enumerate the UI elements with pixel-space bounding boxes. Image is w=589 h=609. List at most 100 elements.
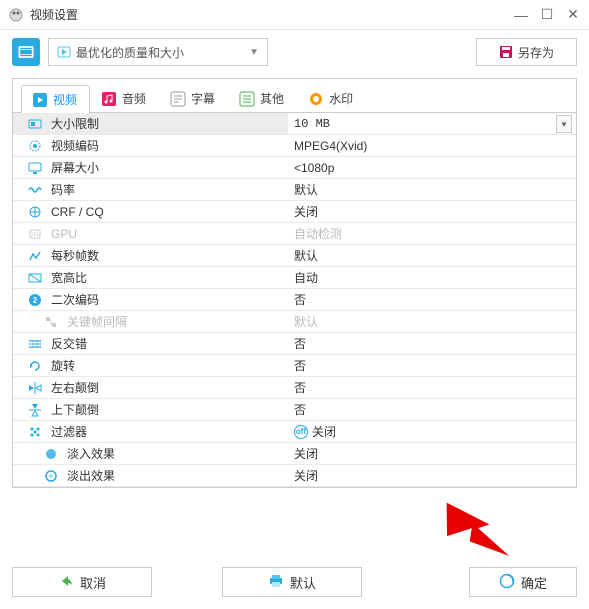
setting-label: 二次编码	[51, 291, 99, 308]
setting-value[interactable]: MPEG4(Xvid)	[288, 135, 576, 156]
setting-value[interactable]: 10 MB▼	[288, 113, 576, 134]
setting-row[interactable]: 视频编码 MPEG4(Xvid)	[13, 135, 576, 157]
setting-row[interactable]: 码率默认	[13, 179, 576, 201]
setting-value: 自动检测	[288, 223, 576, 244]
fadein-icon	[43, 446, 59, 462]
setting-row[interactable]: 旋转 否	[13, 355, 576, 377]
back-arrow-icon	[58, 573, 74, 592]
tab-icon	[239, 91, 255, 107]
chevron-down-icon[interactable]: ▼	[556, 115, 572, 133]
setting-value[interactable]: 否	[288, 289, 576, 310]
size-icon	[27, 116, 43, 132]
setting-value: 默认	[288, 311, 576, 332]
screen-icon	[27, 160, 43, 176]
tab-subtitle[interactable]: 字幕	[159, 84, 228, 112]
crf-icon	[27, 204, 43, 220]
app-icon	[8, 7, 24, 23]
maximize-button[interactable]: ☐	[539, 7, 555, 23]
tab-label: 视频	[53, 91, 77, 108]
setting-value[interactable]: 关闭	[288, 201, 576, 222]
save-icon	[499, 45, 513, 59]
setting-label: GPU	[51, 227, 77, 241]
tab-label: 水印	[329, 90, 353, 107]
preset-dropdown[interactable]: 最优化的质量和大小 ▼	[48, 38, 268, 66]
setting-label: 反交错	[51, 335, 87, 352]
setting-row[interactable]: CRF / CQ 关闭	[13, 201, 576, 223]
setting-row[interactable]: 左右颠倒 否	[13, 377, 576, 399]
tab-label: 其他	[260, 90, 284, 107]
setting-label: 左右颠倒	[51, 379, 99, 396]
setting-label: 视频编码	[51, 137, 99, 154]
setting-value[interactable]: 否	[288, 399, 576, 420]
fliph-icon	[27, 380, 43, 396]
setting-row[interactable]: 上下颠倒 否	[13, 399, 576, 421]
setting-row[interactable]: 大小限制 10 MB▼	[13, 113, 576, 135]
cancel-label: 取消	[80, 573, 106, 592]
setting-value[interactable]: 关闭	[288, 465, 576, 486]
setting-label: 屏幕大小	[51, 159, 99, 176]
bitrate-icon	[27, 182, 43, 198]
setting-label: 上下颠倒	[51, 401, 99, 418]
tab-icon	[101, 91, 117, 107]
saveas-label: 另存为	[518, 44, 554, 61]
default-button[interactable]: 默认	[222, 567, 362, 597]
setting-row[interactable]: 反交错 否	[13, 333, 576, 355]
cancel-button[interactable]: 取消	[12, 567, 152, 597]
window-title: 视频设置	[30, 6, 513, 23]
setting-value[interactable]: 否	[288, 355, 576, 376]
tab-label: 字幕	[191, 90, 215, 107]
tab-icon	[170, 91, 186, 107]
chevron-down-icon: ▼	[249, 47, 259, 58]
codec-icon	[27, 138, 43, 154]
preset-label: 最优化的质量和大小	[76, 44, 184, 61]
setting-value[interactable]: 否	[288, 333, 576, 354]
setting-label: 过滤器	[51, 423, 87, 440]
setting-value[interactable]: <1080p	[288, 157, 576, 178]
setting-row[interactable]: 每秒帧数 默认	[13, 245, 576, 267]
close-button[interactable]: ✕	[565, 7, 581, 23]
aspect-icon	[27, 270, 43, 286]
minimize-button[interactable]: —	[513, 7, 529, 23]
tab-icon	[308, 91, 324, 107]
settings-panel: 视频音频字幕其他水印 大小限制10 MB▼视频编码MPEG4(Xvid)屏幕大小…	[12, 78, 577, 488]
setting-value[interactable]: off关闭	[288, 421, 576, 442]
setting-row: 关键帧间隔 默认	[13, 311, 576, 333]
setting-value[interactable]: 否	[288, 377, 576, 398]
play-icon	[57, 45, 71, 59]
ok-label: 确定	[521, 573, 547, 592]
setting-label: 淡入效果	[67, 445, 115, 462]
setting-row[interactable]: 淡入效果 关闭	[13, 443, 576, 465]
keyframe-icon	[43, 314, 59, 330]
setting-value[interactable]: 自动	[288, 267, 576, 288]
deint-icon	[27, 336, 43, 352]
preset-icon	[12, 38, 40, 66]
ok-button[interactable]: 确定	[469, 567, 577, 597]
setting-label: 大小限制	[51, 115, 99, 132]
setting-value[interactable]: 关闭	[288, 443, 576, 464]
setting-row[interactable]: 淡出效果 关闭	[13, 465, 576, 487]
tab-audio[interactable]: 音频	[90, 84, 159, 112]
tab-video[interactable]: 视频	[21, 85, 90, 113]
setting-label: 关键帧间隔	[67, 313, 127, 330]
gpu-icon: GPU	[27, 226, 43, 242]
setting-row[interactable]: 宽高比自动	[13, 267, 576, 289]
tab-label: 音频	[122, 90, 146, 107]
fps-icon	[27, 248, 43, 264]
setting-label: 淡出效果	[67, 467, 115, 484]
setting-label: CRF / CQ	[51, 205, 104, 219]
tab-watermark[interactable]: 水印	[297, 84, 366, 112]
setting-row[interactable]: 屏幕大小 <1080p	[13, 157, 576, 179]
setting-label: 每秒帧数	[51, 247, 99, 264]
setting-value[interactable]: 默认	[288, 179, 576, 200]
saveas-button[interactable]: 另存为	[476, 38, 577, 66]
setting-value[interactable]: 默认	[288, 245, 576, 266]
default-label: 默认	[290, 573, 316, 592]
setting-label: 旋转	[51, 357, 75, 374]
filter-icon	[27, 424, 43, 440]
tab-other[interactable]: 其他	[228, 84, 297, 112]
printer-icon	[268, 573, 284, 592]
setting-row[interactable]: 过滤器 off关闭	[13, 421, 576, 443]
setting-row[interactable]: 2 二次编码 否	[13, 289, 576, 311]
setting-row: GPU GPU 自动检测	[13, 223, 576, 245]
twopass-icon: 2	[27, 292, 43, 308]
